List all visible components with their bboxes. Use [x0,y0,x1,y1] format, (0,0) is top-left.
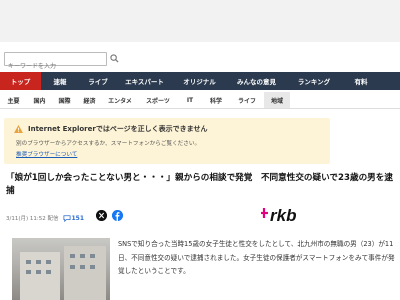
search-field[interactable] [4,52,107,73]
tab-live[interactable]: ライブ [79,72,117,90]
facebook-share-icon[interactable] [112,210,123,221]
tab-top[interactable]: トップ [0,72,41,90]
tab-ranking[interactable]: ランキング [286,72,342,90]
tab-opinions[interactable]: みんなの意見 [227,72,286,90]
category-sports[interactable]: スポーツ [138,92,178,108]
article-headline: 「娘が1回しか会ったことない男と・・・」親からの相談で発覚 不同意性交の疑いで2… [6,173,393,196]
primary-nav: トップ 速報 ライブ エキスパート オリジナル みんなの意見 ランキング 有料 [0,72,400,90]
category-international[interactable]: 国際 [52,92,77,108]
article-date: 3/11(月) 11:52 配信 [6,216,59,222]
category-life[interactable]: ライフ [230,92,264,108]
comment-icon[interactable] [63,214,71,222]
recommended-browsers-link[interactable]: 推奨ブラウザーについて [16,150,77,158]
search-input[interactable] [5,60,106,73]
warning-title: Internet Explorerではページを正しく表示できません [28,125,208,133]
tab-expert[interactable]: エキスパート [117,72,172,90]
category-entertainment[interactable]: エンタメ [102,92,138,108]
category-science[interactable]: 科学 [202,92,230,108]
comment-count[interactable]: 151 [72,215,85,222]
category-domestic[interactable]: 国内 [27,92,52,108]
tab-original[interactable]: オリジナル [172,72,227,90]
category-main[interactable]: 主要 [0,92,27,108]
article-meta: 3/11(月) 11:52 配信 151 [6,212,84,224]
x-share-icon[interactable] [96,210,107,221]
category-nav: 主要 国内 国際 経済 エンタメ スポーツ IT 科学 ライフ 地域 [0,92,400,109]
tab-paid[interactable]: 有料 [342,72,380,90]
warning-body: 別のブラウザーからアクセスするか、スマートフォンからご覧ください。 [16,141,201,147]
header-bar [0,0,400,42]
article-body: SNSで知り合った当時15歳の女子生徒と性交をしたとして、北九州市の無職の男（2… [118,240,395,275]
source-logo-text: rkb [270,206,296,225]
warning-icon [14,125,23,133]
category-economy[interactable]: 経済 [77,92,102,108]
article-photo[interactable] [12,238,110,300]
search-icon[interactable] [110,54,119,63]
tab-breaking[interactable]: 速報 [41,72,79,90]
ie-warning-banner: Internet Explorerではページを正しく表示できません 別のブラウザ… [4,118,330,164]
category-regional[interactable]: 地域 [264,92,290,108]
category-it[interactable]: IT [178,92,202,108]
rkb-logo: rkb [261,206,296,225]
